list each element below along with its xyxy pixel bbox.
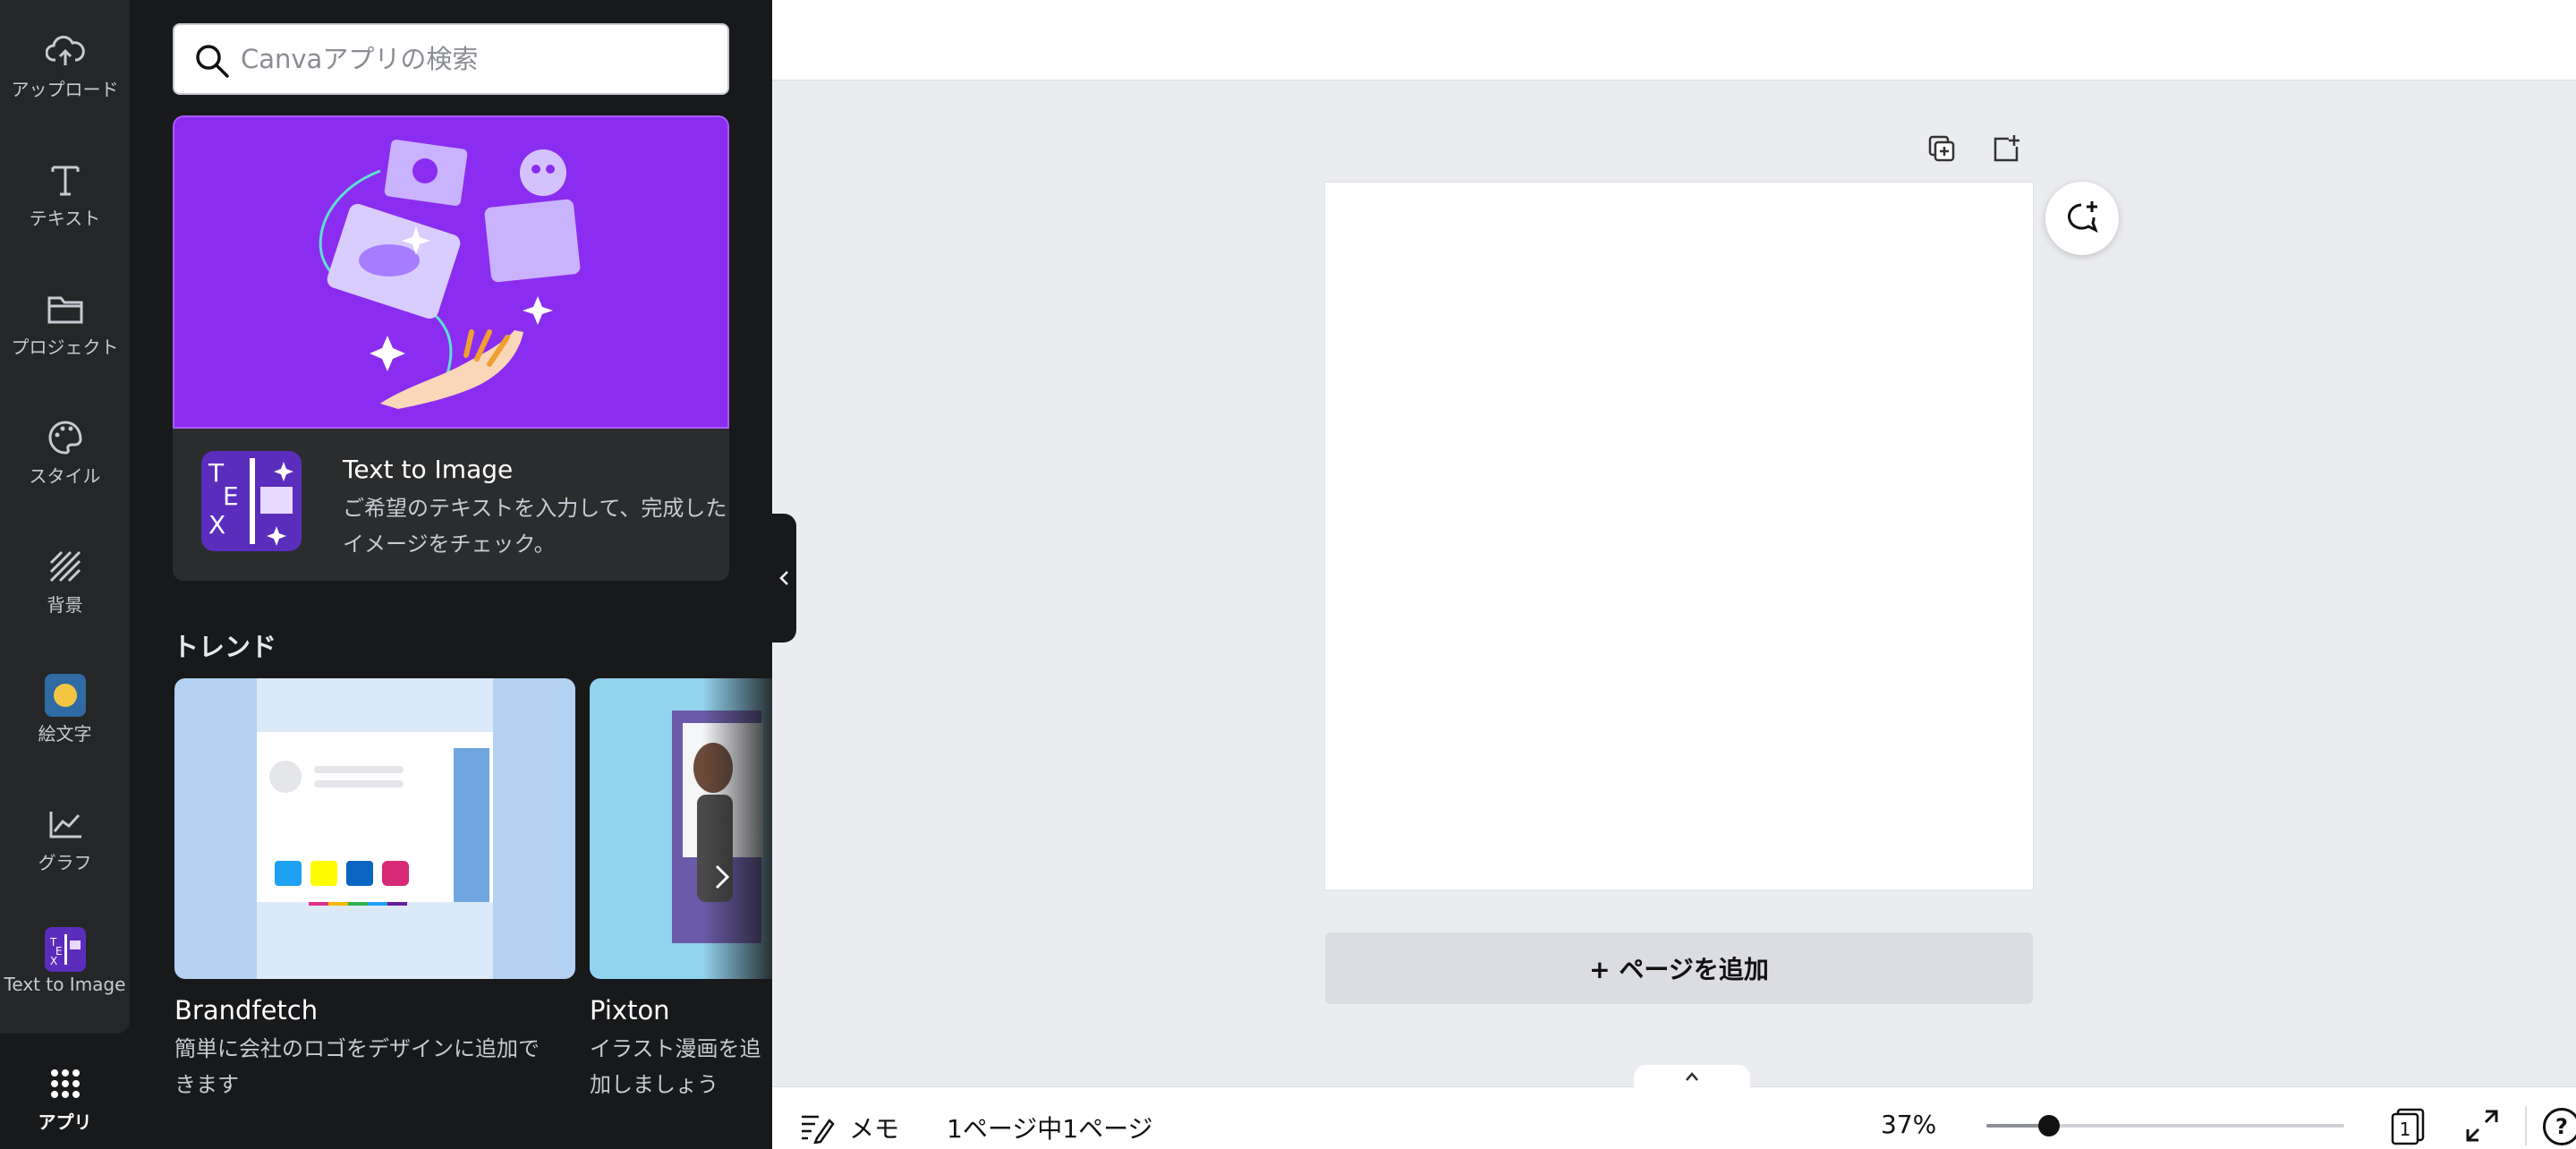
featured-app-title: Text to Image	[343, 455, 514, 484]
app-card-brandfetch-thumbnail[interactable]	[174, 678, 575, 979]
rail-item-projects[interactable]: プロジェクト	[0, 288, 130, 359]
trend-section-heading: トレンド	[173, 632, 277, 662]
app-search-box[interactable]	[173, 23, 729, 95]
chevron-up-icon	[1686, 1072, 1698, 1081]
add-page-icon	[1994, 135, 2019, 162]
folder-icon	[45, 288, 86, 329]
palette-icon	[45, 417, 86, 458]
app-description-pixton: イラスト漫画を追加しましょう	[590, 1036, 761, 1097]
rail-label-projects: プロジェクト	[11, 336, 119, 358]
duplicate-icon	[1928, 135, 1955, 162]
chart-line-icon	[45, 804, 86, 845]
notes-pencil-icon	[802, 1115, 835, 1144]
rail-item-text[interactable]: テキスト	[0, 159, 130, 230]
rail-label-styles: スタイル	[29, 465, 101, 487]
design-canvas-page[interactable]	[1325, 183, 2033, 889]
editor-top-strip	[772, 0, 2576, 81]
rail-item-upload[interactable]: アップロード	[0, 30, 130, 101]
collapse-panel-button[interactable]	[771, 514, 796, 643]
svg-text:X: X	[208, 510, 225, 540]
expand-pages-button[interactable]	[1634, 1065, 1750, 1088]
chevron-right-icon	[715, 864, 730, 889]
add-page-top-button[interactable]	[1988, 131, 2024, 166]
featured-app-illustration	[173, 115, 729, 429]
pages-icon: 1	[2391, 1108, 2425, 1145]
bottom-bar-divider	[2525, 1106, 2527, 1145]
page-count-indicator: 1ページ中1ページ	[947, 1114, 1153, 1144]
app-name-brandfetch: Brandfetch	[174, 995, 319, 1026]
app-name-pixton: Pixton	[590, 995, 670, 1026]
text-to-image-app-icon: T E X	[201, 451, 302, 551]
help-button[interactable]: ?	[2543, 1108, 2576, 1145]
rail-label-apps: アプリ	[38, 1111, 92, 1133]
rail-label-background: 背景	[47, 594, 83, 616]
rail-item-styles[interactable]: スタイル	[0, 417, 130, 488]
carousel-fade	[702, 678, 772, 979]
carousel-next-button[interactable]	[704, 859, 740, 895]
rail-item-apps[interactable]: アプリ	[0, 1063, 130, 1134]
notes-label: メモ	[849, 1114, 900, 1144]
pages-badge: 1	[2400, 1119, 2411, 1140]
app-description-brandfetch: 簡単に会社のロゴをデザインに追加できます	[174, 1036, 540, 1097]
rail-label-charts: グラフ	[38, 852, 92, 873]
rail-item-text-to-image[interactable]: TEX Text to Image	[0, 927, 130, 995]
cloud-upload-icon	[45, 30, 86, 72]
duplicate-page-button[interactable]	[1924, 131, 1960, 166]
svg-text:X: X	[50, 955, 57, 967]
background-pattern-icon	[45, 546, 86, 587]
rail-item-background[interactable]: 背景	[0, 546, 130, 617]
rail-item-charts[interactable]: グラフ	[0, 804, 130, 874]
rail-label-text: テキスト	[29, 208, 101, 229]
rail-upper-section	[0, 0, 130, 1034]
zoom-percentage[interactable]: 37%	[1881, 1110, 1936, 1139]
fullscreen-icon	[2466, 1110, 2498, 1142]
fullscreen-button[interactable]	[2462, 1106, 2502, 1145]
add-comment-button[interactable]	[2045, 182, 2119, 255]
text-to-image-app-icon: TEX	[44, 927, 86, 972]
page-tools	[1924, 131, 2024, 166]
text-t-icon	[45, 159, 86, 200]
rail-item-emoji[interactable]: 絵文字	[0, 674, 130, 745]
comment-add-icon	[2068, 201, 2098, 234]
page-grid-button[interactable]: 1	[2389, 1106, 2428, 1145]
search-icon	[194, 43, 230, 79]
add-page-button[interactable]: + ページを追加	[1325, 932, 2033, 1004]
rail-label-emoji: 絵文字	[38, 723, 92, 745]
apps-panel: T E X Text to Image ご希望のテキストを入力して、完成した イ…	[130, 0, 772, 1149]
svg-text:E: E	[223, 481, 239, 511]
notes-button[interactable]: メモ	[799, 1110, 899, 1145]
rail-label-text-to-image: Text to Image	[4, 974, 126, 995]
left-rail: アップロード テキスト プロジェクト スタイル 背景 絵文字 グラフ T E X…	[0, 0, 130, 1149]
emoji-icon	[44, 674, 86, 717]
rail-label-upload: アップロード	[11, 79, 119, 100]
app-search-input[interactable]	[241, 44, 688, 74]
featured-app-description: ご希望のテキストを入力して、完成した イメージをチェック。	[343, 496, 727, 557]
apps-grid-icon	[45, 1063, 86, 1104]
chevron-left-icon	[779, 571, 788, 585]
